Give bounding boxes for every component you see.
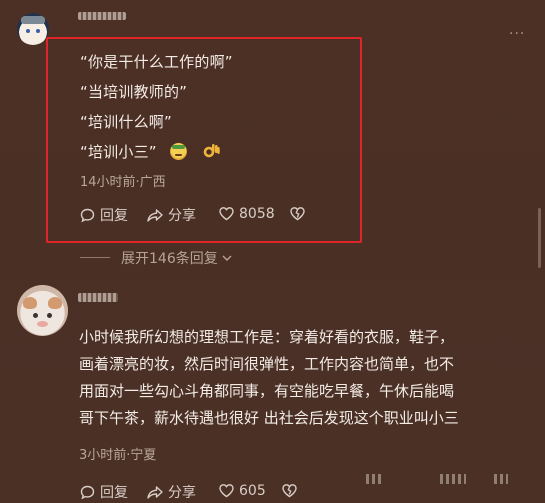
comment-line: “培训什么啊” bbox=[80, 113, 172, 131]
redacted-text bbox=[366, 474, 384, 484]
expand-replies-button[interactable]: 展开146条回复 bbox=[121, 248, 233, 268]
username-redacted bbox=[78, 293, 118, 302]
like-button[interactable]: 8058 bbox=[218, 205, 275, 222]
comment-line: “培训小三” bbox=[80, 141, 220, 162]
reply-icon bbox=[80, 208, 95, 222]
comment-line: 用面对一些勾心斗角都同事，有空能吃早餐，午休后能喝 bbox=[79, 382, 455, 400]
heart-icon bbox=[219, 484, 234, 498]
share-icon bbox=[147, 485, 163, 499]
more-options-icon[interactable]: ··· bbox=[509, 26, 525, 42]
reply-button[interactable]: 回复 bbox=[79, 205, 128, 225]
share-label: 分享 bbox=[168, 485, 196, 501]
avatar[interactable] bbox=[17, 285, 68, 336]
share-button[interactable]: 分享 bbox=[146, 205, 196, 225]
comment-line: 小时候我所幻想的理想工作是：穿着好看的衣服，鞋子， bbox=[79, 328, 455, 346]
username-redacted bbox=[78, 12, 126, 20]
comment-line: 画着漂亮的妆，然后时间很弹性，工作内容也简单，也不 bbox=[79, 355, 455, 373]
like-count: 605 bbox=[239, 482, 266, 499]
comment-meta: 3小时前·宁夏 bbox=[79, 448, 157, 463]
comment-line: “你是干什么工作的啊” bbox=[80, 53, 233, 71]
broken-heart-icon bbox=[290, 207, 305, 221]
chevron-down-icon bbox=[222, 255, 232, 261]
share-button[interactable]: 分享 bbox=[146, 482, 196, 502]
dislike-button[interactable] bbox=[289, 205, 306, 222]
reply-icon bbox=[80, 485, 95, 499]
divider-line bbox=[80, 257, 110, 258]
like-count: 8058 bbox=[239, 205, 275, 222]
avatar[interactable] bbox=[17, 13, 49, 45]
reply-button[interactable]: 回复 bbox=[79, 482, 128, 502]
dislike-button[interactable] bbox=[281, 482, 298, 499]
share-label: 分享 bbox=[168, 208, 196, 224]
heart-icon bbox=[219, 207, 234, 221]
comment-line-text: “培训小三” bbox=[80, 143, 157, 161]
like-button[interactable]: 605 bbox=[218, 482, 266, 499]
expand-replies-label: 展开146条回复 bbox=[121, 251, 218, 267]
comment-line: “当培训教师的” bbox=[80, 83, 188, 101]
redacted-text bbox=[494, 474, 508, 484]
reply-label: 回复 bbox=[100, 208, 128, 224]
reply-label: 回复 bbox=[100, 485, 128, 501]
redacted-text bbox=[440, 474, 466, 484]
broken-heart-icon bbox=[282, 484, 297, 498]
smirk-emoji bbox=[169, 143, 187, 160]
comment-line: 哥下午茶，薪水待遇也很好 出社会后发现这个职业叫小三 bbox=[79, 409, 459, 427]
share-icon bbox=[147, 208, 163, 222]
scrollbar-thumb[interactable] bbox=[538, 208, 541, 268]
comment-meta: 14小时前·广西 bbox=[80, 175, 166, 190]
ok-hand-emoji bbox=[202, 142, 220, 159]
